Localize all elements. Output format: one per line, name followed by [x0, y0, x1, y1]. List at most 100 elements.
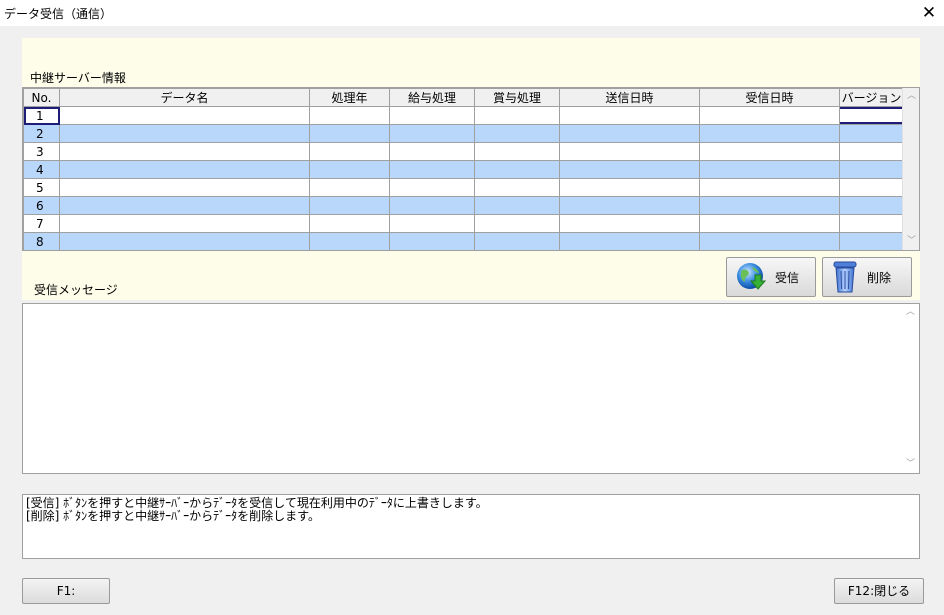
column-header-no[interactable]: No. — [23, 88, 60, 107]
table-cell[interactable] — [59, 214, 310, 233]
table-row[interactable]: 3 — [23, 142, 904, 161]
row-number-cell[interactable]: 1 — [23, 106, 60, 125]
receive-button[interactable]: 受信 — [726, 257, 816, 297]
table-cell[interactable] — [839, 142, 904, 161]
table-cell[interactable] — [839, 124, 904, 143]
row-number-cell[interactable]: 8 — [23, 232, 60, 250]
table-cell[interactable] — [699, 196, 840, 215]
grid-scrollbar[interactable]: ︿ ﹀ — [902, 88, 919, 250]
trash-can-icon — [833, 261, 857, 293]
row-number-cell[interactable]: 3 — [23, 142, 60, 161]
scroll-down-icon[interactable]: ﹀ — [902, 456, 919, 473]
column-header-process-year[interactable]: 処理年 — [309, 88, 390, 107]
relay-section-label: 中継サーバー情報 — [30, 71, 126, 85]
table-cell[interactable] — [59, 196, 310, 215]
table-cell[interactable] — [474, 106, 560, 125]
table-cell[interactable] — [839, 232, 904, 250]
help-text-box: [受信] ﾎﾞﾀﾝを押すと中継ｻｰﾊﾞｰからﾃﾞｰﾀを受信して現在利用中のﾃﾞｰ… — [22, 494, 920, 559]
delete-button[interactable]: 削除 — [822, 257, 912, 297]
table-cell[interactable] — [839, 178, 904, 197]
table-cell[interactable] — [59, 178, 310, 197]
relay-table: No. データ名 処理年 給与処理 賞与処理 送信日時 受信日時 バージョン 1… — [23, 88, 904, 250]
column-header-data-name[interactable]: データ名 — [59, 88, 310, 107]
table-cell[interactable] — [559, 196, 700, 215]
table-row[interactable]: 5 — [23, 178, 904, 197]
table-cell[interactable] — [59, 124, 310, 143]
table-cell[interactable] — [309, 124, 390, 143]
table-cell[interactable] — [839, 196, 904, 215]
f12-close-button[interactable]: F12:閉じる — [834, 578, 924, 604]
table-row[interactable]: 6 — [23, 196, 904, 215]
table-cell[interactable] — [699, 106, 840, 125]
row-number-cell[interactable]: 5 — [23, 178, 60, 197]
row-number-cell[interactable]: 6 — [23, 196, 60, 215]
scroll-up-icon[interactable]: ︿ — [903, 88, 919, 105]
relay-grid[interactable]: No. データ名 処理年 給与処理 賞与処理 送信日時 受信日時 バージョン 1… — [22, 87, 920, 251]
table-cell[interactable] — [699, 160, 840, 179]
column-header-bonus[interactable]: 賞与処理 — [474, 88, 560, 107]
table-cell[interactable] — [474, 178, 560, 197]
table-cell[interactable] — [309, 232, 390, 250]
table-cell[interactable] — [474, 160, 560, 179]
table-cell[interactable] — [474, 232, 560, 250]
table-cell[interactable] — [474, 214, 560, 233]
table-cell[interactable] — [389, 124, 475, 143]
table-cell[interactable] — [474, 124, 560, 143]
message-textarea[interactable]: ︿ ﹀ — [22, 303, 920, 474]
table-row[interactable]: 4 — [23, 160, 904, 179]
table-cell[interactable] — [389, 142, 475, 161]
table-cell[interactable] — [389, 214, 475, 233]
table-cell[interactable] — [309, 106, 390, 125]
table-cell[interactable] — [309, 214, 390, 233]
close-icon[interactable]: ✕ — [914, 0, 944, 26]
table-row[interactable]: 8 — [23, 232, 904, 250]
table-cell[interactable] — [389, 196, 475, 215]
table-cell[interactable] — [699, 232, 840, 250]
table-cell[interactable] — [839, 106, 904, 125]
table-row[interactable]: 1 — [23, 106, 904, 125]
table-cell[interactable] — [309, 142, 390, 161]
scroll-down-icon[interactable]: ﹀ — [903, 233, 919, 250]
table-cell[interactable] — [59, 160, 310, 179]
message-section-label: 受信メッセージ — [34, 283, 118, 297]
table-cell[interactable] — [559, 160, 700, 179]
table-cell[interactable] — [559, 106, 700, 125]
column-header-sent-at[interactable]: 送信日時 — [559, 88, 700, 107]
table-cell[interactable] — [559, 214, 700, 233]
table-cell[interactable] — [389, 106, 475, 125]
table-cell[interactable] — [59, 106, 310, 125]
table-cell[interactable] — [389, 160, 475, 179]
table-cell[interactable] — [839, 160, 904, 179]
row-number-cell[interactable]: 2 — [23, 124, 60, 143]
table-row[interactable]: 7 — [23, 214, 904, 233]
column-header-salary[interactable]: 給与処理 — [389, 88, 475, 107]
table-cell[interactable] — [559, 142, 700, 161]
table-cell[interactable] — [474, 142, 560, 161]
table-cell[interactable] — [474, 196, 560, 215]
message-scrollbar[interactable]: ︿ ﹀ — [902, 304, 919, 473]
table-cell[interactable] — [59, 142, 310, 161]
table-cell[interactable] — [839, 214, 904, 233]
table-cell[interactable] — [559, 178, 700, 197]
table-cell[interactable] — [699, 142, 840, 161]
table-cell[interactable] — [559, 124, 700, 143]
table-cell[interactable] — [699, 178, 840, 197]
table-cell[interactable] — [559, 232, 700, 250]
row-number-cell[interactable]: 4 — [23, 160, 60, 179]
table-cell[interactable] — [389, 178, 475, 197]
table-cell[interactable] — [699, 124, 840, 143]
scroll-up-icon[interactable]: ︿ — [902, 304, 919, 321]
column-header-received-at[interactable]: 受信日時 — [699, 88, 840, 107]
table-cell[interactable] — [699, 214, 840, 233]
table-cell[interactable] — [309, 178, 390, 197]
table-cell[interactable] — [309, 160, 390, 179]
title-bar: データ受信（通信） ✕ — [0, 0, 944, 26]
column-header-version[interactable]: バージョン — [839, 88, 904, 107]
row-number-cell[interactable]: 7 — [23, 214, 60, 233]
f1-button[interactable]: F1: — [22, 578, 110, 604]
table-cell[interactable] — [59, 232, 310, 250]
table-header-row: No. データ名 処理年 給与処理 賞与処理 送信日時 受信日時 バージョン — [23, 88, 904, 107]
table-cell[interactable] — [309, 196, 390, 215]
table-row[interactable]: 2 — [23, 124, 904, 143]
table-cell[interactable] — [389, 232, 475, 250]
